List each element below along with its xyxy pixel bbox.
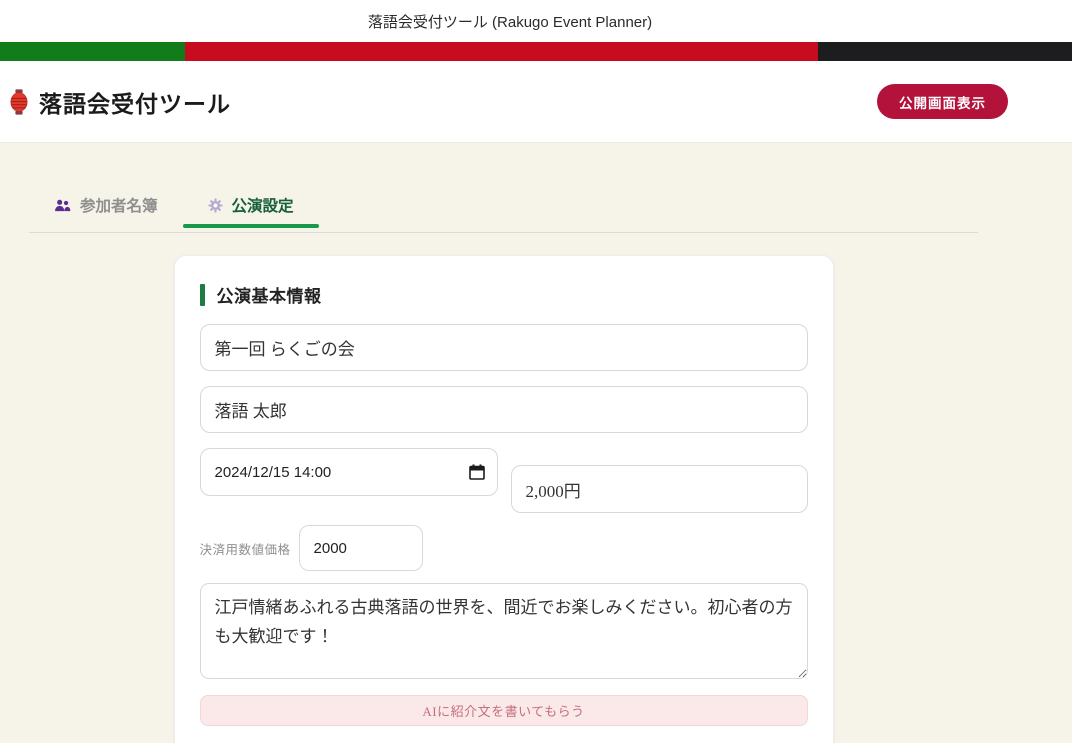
stripe-red-segment: [185, 42, 818, 61]
brand-stripe: [0, 42, 1072, 61]
tab-participants[interactable]: 参加者名簿: [29, 185, 183, 228]
page-title: 落語会受付ツール: [39, 85, 231, 119]
numeric-price-row: 決済用数値価格: [200, 525, 808, 571]
app-header: 落語会受付ツール 公開画面表示: [0, 61, 1072, 143]
red-lantern-icon: [10, 89, 28, 115]
performance-settings-card: 公演基本情報 2024/12/15 14:00 決済用数値価格: [174, 255, 834, 743]
gear-icon: [208, 198, 223, 213]
datetime-value: 2024/12/15 14:00: [215, 464, 469, 481]
content-container: 参加者名簿 公演設定 公演基: [29, 143, 978, 743]
price-display-input[interactable]: [511, 465, 808, 513]
tab-settings[interactable]: 公演設定: [183, 185, 319, 228]
public-view-button[interactable]: 公開画面表示: [877, 84, 1008, 119]
tab-settings-label: 公演設定: [232, 194, 294, 216]
calendar-icon[interactable]: [469, 464, 485, 480]
main-area: 参加者名簿 公演設定 公演基: [0, 143, 1072, 743]
window-title: 落語会受付ツール (Rakugo Event Planner): [368, 11, 652, 32]
window-titlebar: 落語会受付ツール (Rakugo Event Planner): [0, 0, 1072, 42]
numeric-price-input[interactable]: [299, 525, 423, 571]
app-brand: 落語会受付ツール: [10, 85, 231, 119]
ai-generate-button[interactable]: AIに紹介文を書いてもらう: [200, 695, 808, 726]
people-icon: [54, 199, 71, 212]
stripe-black-segment: [818, 42, 1072, 61]
tab-bar: 参加者名簿 公演設定: [29, 185, 978, 233]
performer-name-input[interactable]: [200, 386, 808, 433]
tab-participants-label: 参加者名簿: [80, 194, 158, 216]
event-datetime-input[interactable]: 2024/12/15 14:00: [200, 448, 498, 496]
description-textarea[interactable]: 江戸情緒あふれる古典落語の世界を、間近でお楽しみください。初心者の方も大歓迎です…: [200, 583, 808, 679]
section-accent-bar: [200, 284, 205, 306]
section-title: 公演基本情報: [217, 282, 322, 307]
stripe-green-segment: [0, 42, 185, 61]
numeric-price-label: 決済用数値価格: [200, 539, 291, 558]
datetime-price-row: 2024/12/15 14:00: [200, 448, 808, 513]
event-name-input[interactable]: [200, 324, 808, 371]
section-header: 公演基本情報: [200, 282, 808, 307]
